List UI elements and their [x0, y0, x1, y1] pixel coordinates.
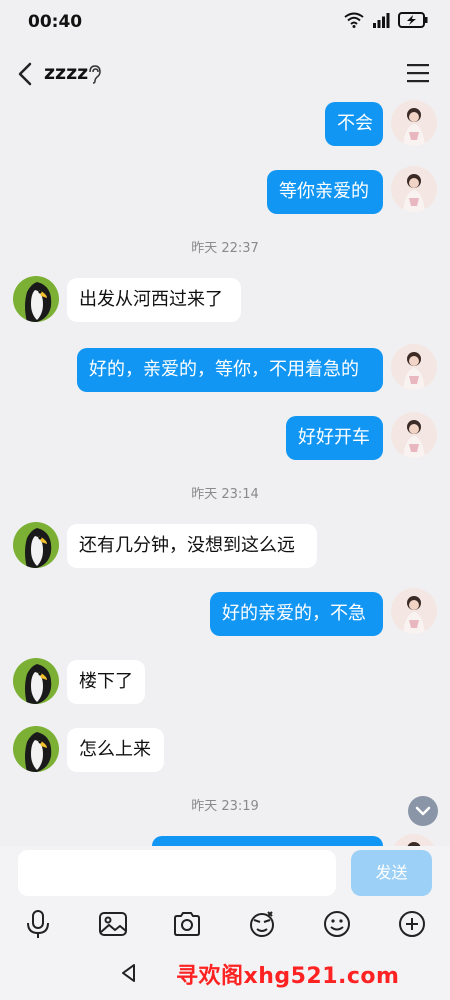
sticker-icon[interactable]	[246, 908, 278, 940]
message-bubble-incoming[interactable]: 还有几分钟，没想到这么远	[67, 524, 317, 568]
emoji-icon[interactable]	[321, 908, 353, 940]
input-bar: 发送	[0, 846, 450, 902]
message-bubble-incoming[interactable]: 出发从河西过来了	[67, 278, 241, 322]
status-time: 00:40	[28, 12, 83, 32]
message-list[interactable]: 不会 等你亲爱的 昨天 22:37 出发从河西过来了 好的，亲爱的，等你，不用着…	[0, 98, 450, 846]
my-avatar[interactable]	[391, 412, 437, 458]
nav-back-icon[interactable]	[118, 962, 140, 984]
wifi-icon	[344, 12, 364, 28]
my-avatar[interactable]	[391, 588, 437, 634]
status-bar: 00:40	[0, 0, 450, 46]
message-bubble-outgoing[interactable]	[152, 836, 383, 846]
message-bubble-incoming[interactable]: 楼下了	[67, 660, 145, 704]
my-avatar[interactable]	[391, 344, 437, 390]
contact-avatar[interactable]	[13, 658, 59, 704]
chat-title: zzzz	[44, 62, 89, 84]
message-bubble-outgoing[interactable]: 好好开车	[286, 416, 383, 460]
contact-avatar[interactable]	[13, 726, 59, 772]
status-icons	[344, 12, 428, 28]
signal-icon	[373, 13, 390, 28]
input-toolbar	[0, 902, 450, 946]
contact-avatar[interactable]	[13, 276, 59, 322]
camera-icon[interactable]	[171, 908, 203, 940]
chevron-down-icon	[415, 806, 431, 816]
plus-icon[interactable]	[396, 908, 428, 940]
image-icon[interactable]	[97, 908, 129, 940]
chat-header: zzzz	[0, 50, 450, 98]
message-bubble-outgoing[interactable]: 好的，亲爱的，等你，不用着急的	[77, 348, 383, 392]
mic-icon[interactable]	[22, 908, 54, 940]
timestamp: 昨天 23:19	[191, 799, 259, 814]
message-bubble-outgoing[interactable]: 等你亲爱的	[267, 170, 383, 214]
scroll-to-bottom-button[interactable]	[408, 796, 438, 826]
back-icon[interactable]	[12, 58, 42, 90]
my-avatar[interactable]	[391, 166, 437, 212]
message-bubble-outgoing[interactable]: 好的亲爱的，不急	[210, 592, 383, 636]
menu-icon[interactable]	[406, 62, 430, 84]
message-input[interactable]	[18, 850, 336, 896]
my-avatar[interactable]	[391, 834, 437, 846]
send-button[interactable]: 发送	[351, 850, 432, 896]
watermark: 寻欢阁xhg521.com	[176, 964, 400, 989]
ear-icon[interactable]	[86, 64, 102, 84]
timestamp: 昨天 22:37	[191, 241, 259, 256]
my-avatar[interactable]	[391, 100, 437, 146]
timestamp: 昨天 23:14	[191, 487, 259, 502]
contact-avatar[interactable]	[13, 522, 59, 568]
message-bubble-incoming[interactable]: 怎么上来	[67, 728, 164, 772]
message-bubble-outgoing[interactable]: 不会	[325, 102, 383, 146]
battery-charging-icon	[398, 12, 428, 28]
